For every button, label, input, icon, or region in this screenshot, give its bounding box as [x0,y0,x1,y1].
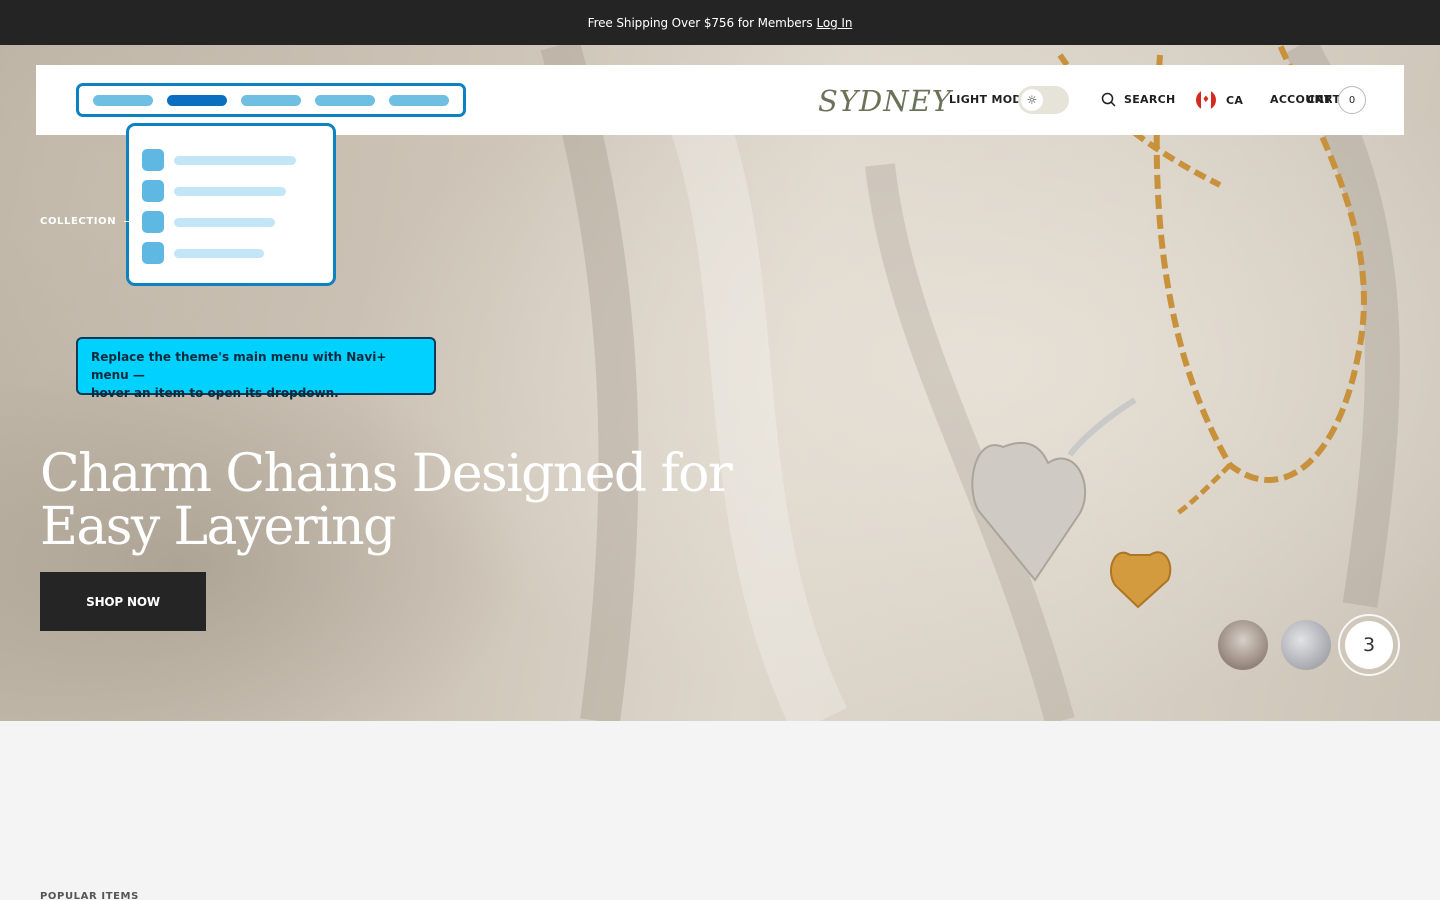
menu-item-placeholder[interactable] [315,94,375,106]
brand-logo[interactable]: SYDNEY [818,84,952,118]
tooltip-line: hover an item to open its dropdown. [91,386,339,400]
sun-icon: ☼ [1021,89,1043,111]
menu-item-placeholder[interactable] [93,94,153,106]
announcement-text: Free Shipping Over $756 for Members [587,15,813,30]
search-icon [1101,92,1116,107]
menu-item-placeholder-active[interactable] [167,94,227,106]
dropdown-item-icon [142,211,164,233]
cart-link[interactable]: CART [1307,93,1340,106]
eyebrow-divider [124,221,135,222]
collection-eyebrow: COLLECTION [40,216,135,227]
slide-thumbnail[interactable] [1218,620,1268,670]
slide-thumbnail-active[interactable]: 3 [1338,614,1400,676]
slide-number: 3 [1345,621,1393,669]
country-code: CA [1226,93,1244,107]
navi-menu-placeholder[interactable] [76,83,466,117]
dropdown-item-icon [142,180,164,202]
light-mode-toggle[interactable]: ☼ [1018,86,1069,114]
dropdown-item-icon [142,242,164,264]
dropdown-row[interactable] [142,211,333,233]
dropdown-item-bar [174,155,296,165]
dropdown-row[interactable] [142,149,333,171]
canada-flag-icon: ♦ [1196,90,1216,110]
headline-line: Easy Layering [40,497,396,557]
dropdown-item-icon [142,149,164,171]
cart-count-badge[interactable]: 0 [1338,86,1366,114]
slide-thumbnail[interactable] [1281,620,1331,670]
shop-now-button[interactable]: SHOP NOW [40,572,206,631]
dropdown-item-bar [174,217,275,227]
dropdown-row[interactable] [142,242,333,264]
menu-item-placeholder[interactable] [241,94,301,106]
collection-label: COLLECTION [40,216,117,227]
search-label: SEARCH [1124,93,1176,106]
login-link[interactable]: Log In [817,16,853,30]
dropdown-item-bar [174,248,264,258]
hero-headline: Charm Chains Designed for Easy Layering [40,448,820,554]
headline-line: Charm Chains Designed for [40,444,733,504]
menu-item-placeholder[interactable] [389,94,449,106]
section-heading: POPULAR ITEMS [40,891,139,900]
dropdown-row[interactable] [142,180,333,202]
country-selector[interactable]: ♦ CA [1196,90,1243,110]
search-button[interactable]: SEARCH [1101,92,1176,107]
instruction-tooltip: Replace the theme's main menu with Navi+… [76,337,436,400]
announcement-bar: Free Shipping Over $756 for Members Log … [0,0,1440,45]
dropdown-item-bar [174,186,286,196]
tooltip-line: Replace the theme's main menu with Navi+… [91,350,387,382]
dropdown-placeholder [126,123,336,286]
